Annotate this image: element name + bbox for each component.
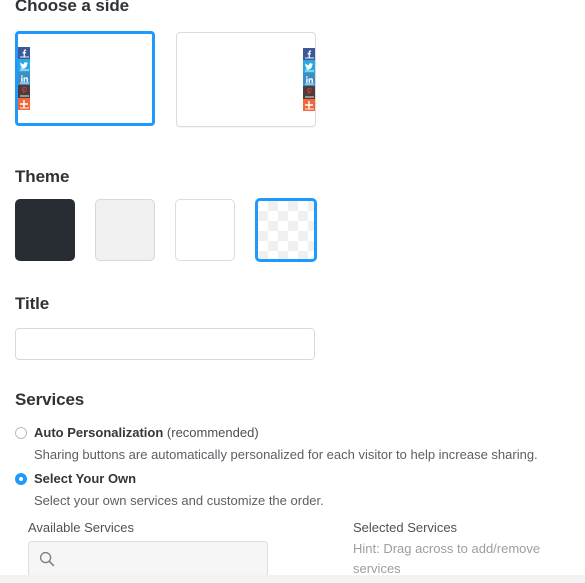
- theme-swatch-light-gray[interactable]: [95, 199, 155, 261]
- radio-description-select-your-own: Select your own services and customize t…: [34, 493, 324, 508]
- linkedin-icon: [303, 73, 315, 86]
- radio-option-select-your-own[interactable]: Select Your Own: [15, 471, 136, 486]
- share-count-bar: [19, 56, 29, 59]
- radio-description-auto-personalization: Sharing buttons are automatically person…: [34, 447, 538, 462]
- preview-icon-stack-left: [18, 46, 30, 111]
- share-count-bar: [19, 107, 29, 110]
- theme-heading: Theme: [15, 167, 70, 186]
- pinterest-icon: [303, 85, 315, 99]
- title-heading: Title: [15, 294, 50, 313]
- title-input[interactable]: [15, 328, 315, 360]
- radio-label-strong-select-own: Select Your Own: [34, 471, 137, 486]
- share-count-bar: [19, 81, 29, 84]
- choose-side-heading: Choose a side: [15, 0, 129, 15]
- services-search-input[interactable]: [63, 542, 267, 578]
- selected-services-hint: Hint: Drag across to add/remove services: [353, 541, 541, 576]
- radio-label-auto-personalization: Auto Personalization (recommended): [34, 425, 259, 440]
- theme-swatch-white[interactable]: [175, 199, 235, 261]
- search-icon: [39, 551, 55, 567]
- preview-icon-stack-right: [303, 47, 315, 112]
- theme-swatch-transparent[interactable]: [255, 198, 317, 262]
- radio-option-auto-personalization[interactable]: Auto Personalization (recommended): [15, 425, 259, 440]
- share-count-bar: [19, 94, 29, 97]
- bottom-divider: [0, 575, 585, 583]
- facebook-icon: [303, 47, 315, 61]
- share-buttons-config-panel: Choose a side Theme Title Services Auto …: [0, 0, 585, 583]
- twitter-icon: [303, 60, 315, 74]
- linkedin-icon: [18, 72, 30, 85]
- share-count-bar: [304, 95, 314, 98]
- radio-label-strong-auto: Auto Personalization: [34, 425, 164, 440]
- share-count-bar: [304, 108, 314, 111]
- theme-swatch-dark[interactable]: [15, 199, 75, 261]
- radio-label-suffix-auto: (recommended): [163, 425, 259, 440]
- side-option-right[interactable]: [176, 32, 316, 127]
- share-count-bar: [19, 69, 29, 72]
- radio-button-select-your-own[interactable]: [15, 473, 27, 485]
- pinterest-icon: [18, 84, 30, 98]
- selected-services-label: Selected Services: [353, 520, 458, 535]
- side-option-left[interactable]: [15, 31, 155, 126]
- available-services-search[interactable]: [28, 541, 268, 578]
- share-count-bar: [304, 70, 314, 73]
- radio-button-auto-personalization[interactable]: [15, 427, 27, 439]
- sharethis-plus-icon: [18, 97, 30, 111]
- twitter-icon: [18, 59, 30, 73]
- facebook-icon: [18, 46, 30, 60]
- sharethis-plus-icon: [303, 98, 315, 112]
- share-count-bar: [304, 82, 314, 85]
- radio-label-select-your-own: Select Your Own: [34, 471, 136, 486]
- services-heading: Services: [15, 390, 85, 409]
- share-count-bar: [304, 57, 314, 60]
- available-services-label: Available Services: [28, 520, 134, 535]
